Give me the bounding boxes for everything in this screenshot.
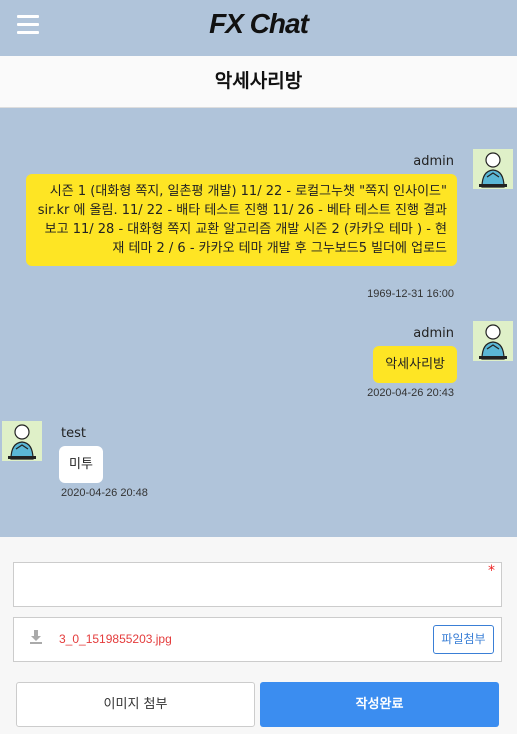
top-bar: FX Chat (0, 0, 517, 56)
chat-area[interactable]: admin 시즌 1 (대화형 쪽지, 일촌평 개발) 11/ 22 - 로컬그… (0, 108, 517, 537)
message-input[interactable] (13, 562, 502, 607)
message-sender: admin (413, 154, 454, 169)
attach-file-button[interactable]: 파일첨부 (433, 625, 494, 654)
message-sender: test (61, 426, 86, 441)
message-timestamp: 2020-04-26 20:48 (61, 487, 148, 499)
message-timestamp: 2020-04-26 20:43 (367, 387, 454, 399)
message-bubble[interactable]: 시즌 1 (대화형 쪽지, 일촌평 개발) 11/ 22 - 로컬그누챗 "쪽지… (26, 174, 457, 266)
message-sender: admin (413, 326, 454, 341)
submit-button[interactable]: 작성완료 (260, 682, 499, 727)
message-form: * 3_0_1519855203.jpg 파일첨부 이미지 첨부 작성완료 (0, 537, 517, 734)
attach-image-button[interactable]: 이미지 첨부 (16, 682, 255, 727)
file-field[interactable]: 3_0_1519855203.jpg 파일첨부 (13, 617, 502, 662)
required-mark: * (488, 563, 495, 579)
room-header: 악세사리방 (0, 56, 517, 108)
download-icon (30, 630, 42, 644)
avatar-icon (473, 149, 513, 189)
message-bubble[interactable]: 미투 (59, 446, 103, 483)
avatar-icon (2, 421, 42, 461)
avatar-icon (473, 321, 513, 361)
file-name[interactable]: 3_0_1519855203.jpg (59, 632, 172, 646)
message-bubble[interactable]: 악세사리방 (373, 346, 457, 383)
app-title: FX Chat (209, 8, 309, 39)
room-title: 악세사리방 (214, 70, 303, 92)
message-timestamp: 1969-12-31 16:00 (367, 288, 454, 300)
